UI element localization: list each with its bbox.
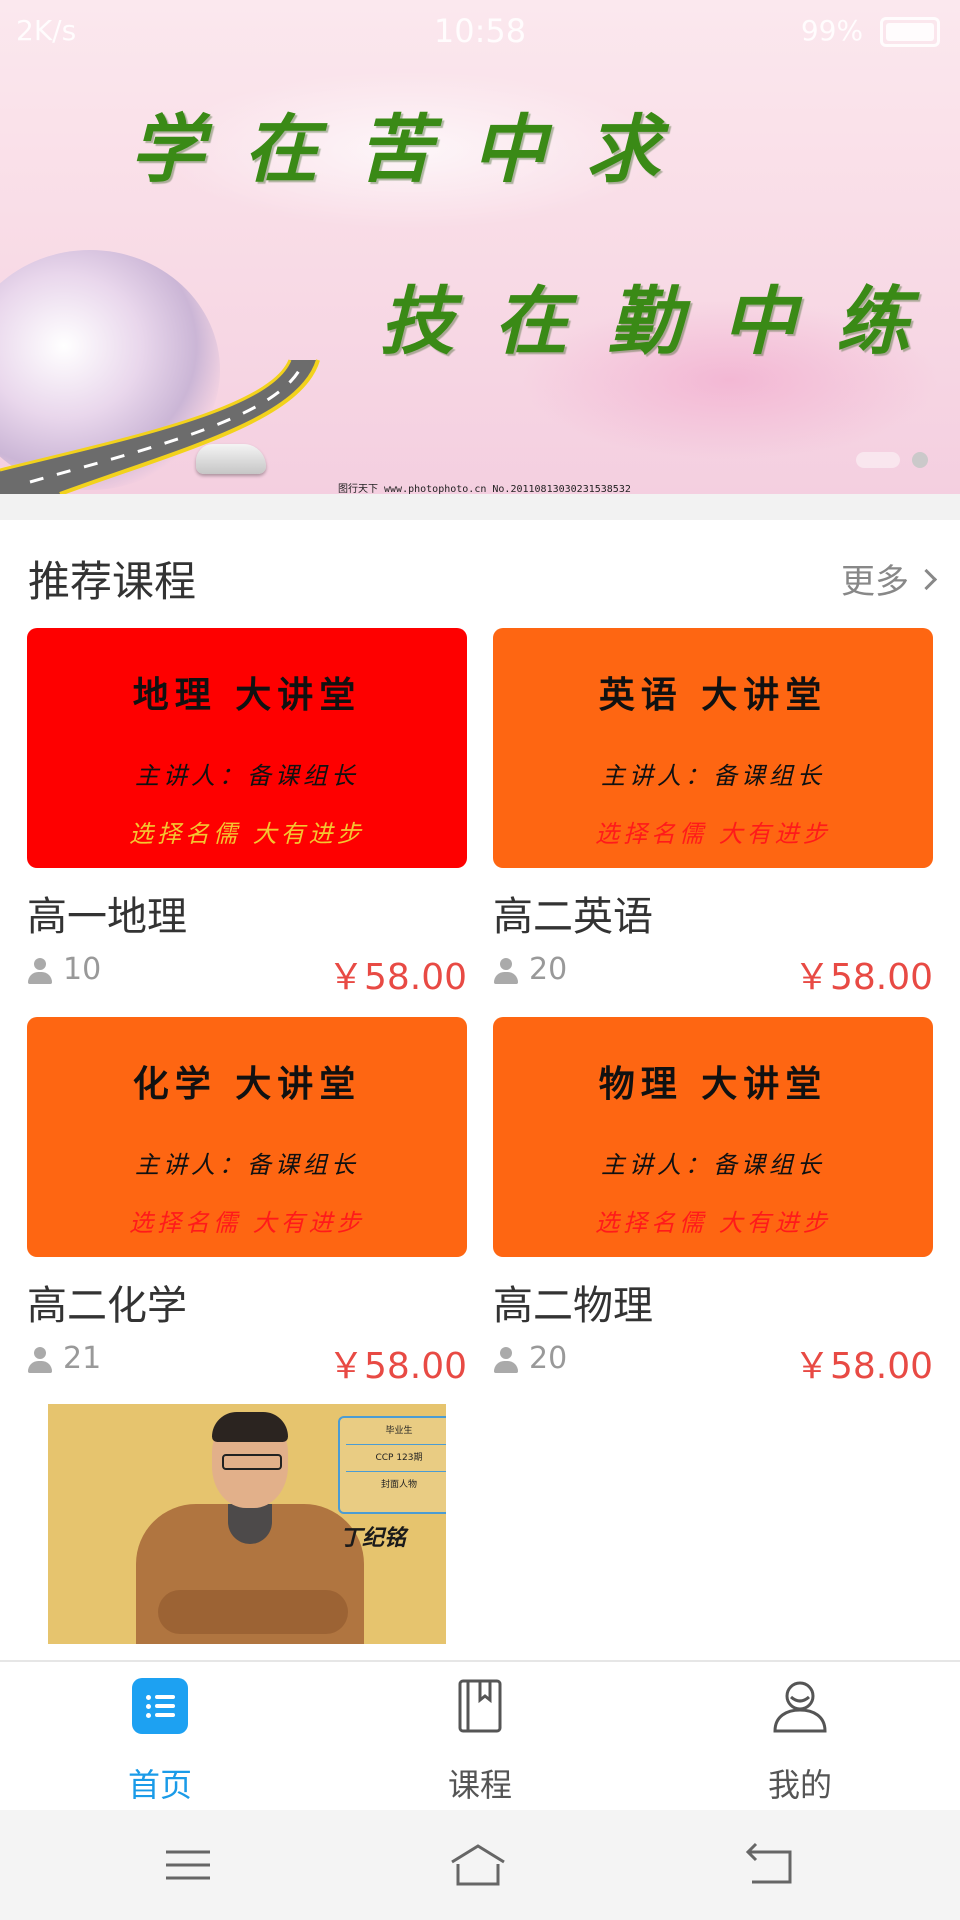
tab-mine[interactable]: 我的 xyxy=(640,1678,960,1806)
thumbnail-lecturer: 主讲人：备课组长 xyxy=(601,1151,825,1179)
teacher-photo-arms xyxy=(158,1590,348,1634)
banner-car xyxy=(196,444,266,474)
banner-slogan-line1: 学在苦中求 xyxy=(130,107,700,193)
banner-caption: 图行天下 www.photophoto.cn No.20110813030231… xyxy=(338,484,631,494)
system-nav-bar xyxy=(0,1810,960,1920)
home-list-icon xyxy=(132,1678,188,1734)
course-meta: 20 ￥58.00 xyxy=(493,952,933,998)
teacher-card[interactable]: 毕业生 CCP 123期 封面人物 丁纪铭 xyxy=(48,1404,446,1644)
badge-line: CCP 123期 xyxy=(346,1445,446,1472)
thumbnail-title: 物理 大讲堂 xyxy=(598,1063,828,1105)
thumbnail-title: 化学 大讲堂 xyxy=(132,1063,362,1105)
course-meta: 21 ￥58.00 xyxy=(27,1341,467,1387)
teacher-name: 丁纪铭 xyxy=(340,1525,407,1551)
teacher-photo-glasses xyxy=(222,1454,282,1470)
battery-status: 99% xyxy=(801,14,940,47)
thumbnail-slogan: 选择名儒 大有进步 xyxy=(595,820,831,848)
carousel-indicator[interactable] xyxy=(856,452,900,468)
banner-carousel[interactable]: 学在苦中求 技在勤中练 图行天下 www.photophoto.cn No.20… xyxy=(0,0,960,494)
course-meta: 10 ￥58.00 xyxy=(27,952,467,998)
person-icon xyxy=(27,958,53,986)
student-count: 21 xyxy=(63,1341,102,1376)
carousel-indicator-active[interactable] xyxy=(912,452,928,468)
bottom-tab-bar: 首页 课程 我的 xyxy=(0,1660,960,1810)
section-divider xyxy=(0,494,960,520)
course-card[interactable]: 物理 大讲堂 主讲人：备课组长 选择名儒 大有进步 高二物理 20 ￥58.00 xyxy=(493,1017,933,1387)
tab-home[interactable]: 首页 xyxy=(0,1678,320,1806)
status-bar: 2K/s 10:58 99% xyxy=(0,0,960,64)
user-icon xyxy=(773,1681,827,1733)
thumbnail-slogan: 选择名儒 大有进步 xyxy=(129,1209,365,1237)
book-icon xyxy=(458,1679,502,1733)
thumbnail-title: 地理 大讲堂 xyxy=(132,674,362,716)
course-thumbnail[interactable]: 地理 大讲堂 主讲人：备课组长 选择名儒 大有进步 xyxy=(27,628,467,868)
thumbnail-lecturer: 主讲人：备课组长 xyxy=(601,762,825,790)
course-thumbnail[interactable]: 物理 大讲堂 主讲人：备课组长 选择名儒 大有进步 xyxy=(493,1017,933,1257)
tab-courses[interactable]: 课程 xyxy=(320,1678,640,1806)
more-link-label: 更多 xyxy=(841,562,909,602)
course-name: 高一地理 xyxy=(27,894,187,940)
course-name: 高二化学 xyxy=(27,1283,187,1329)
thumbnail-lecturer: 主讲人：备课组长 xyxy=(135,762,359,790)
home-icon[interactable] xyxy=(448,1840,508,1890)
tab-label: 课程 xyxy=(447,1766,512,1804)
tab-label: 首页 xyxy=(127,1766,192,1804)
banner-road-image xyxy=(0,359,320,494)
chevron-right-icon xyxy=(915,568,938,591)
course-thumbnail[interactable]: 英语 大讲堂 主讲人：备课组长 选择名儒 大有进步 xyxy=(493,628,933,868)
more-link[interactable]: 更多 xyxy=(841,554,938,603)
thumbnail-slogan: 选择名儒 大有进步 xyxy=(129,820,365,848)
thumbnail-lecturer: 主讲人：备课组长 xyxy=(135,1151,359,1179)
course-price: ￥58.00 xyxy=(793,1346,933,1387)
person-icon xyxy=(27,1347,53,1375)
battery-percent: 99% xyxy=(800,14,864,47)
tab-label: 我的 xyxy=(767,1766,832,1804)
teacher-photo-hair xyxy=(212,1412,288,1442)
course-card[interactable]: 地理 大讲堂 主讲人：备课组长 选择名儒 大有进步 高一地理 10 ￥58.00 xyxy=(27,628,467,998)
section-title: 推荐课程 xyxy=(28,557,197,606)
course-price: ￥58.00 xyxy=(793,957,933,998)
menu-icon[interactable] xyxy=(158,1840,218,1890)
course-meta: 20 ￥58.00 xyxy=(493,1341,933,1387)
course-price: ￥58.00 xyxy=(327,1346,467,1387)
badge-line: 封面人物 xyxy=(380,1480,417,1490)
person-icon xyxy=(493,1347,519,1375)
course-name: 高二英语 xyxy=(493,894,653,940)
battery-icon xyxy=(880,17,940,47)
course-card[interactable]: 英语 大讲堂 主讲人：备课组长 选择名儒 大有进步 高二英语 20 ￥58.00 xyxy=(493,628,933,998)
thumbnail-title: 英语 大讲堂 xyxy=(598,674,828,716)
course-name: 高二物理 xyxy=(493,1283,653,1329)
person-icon xyxy=(493,958,519,986)
student-count: 20 xyxy=(529,952,568,987)
thumbnail-slogan: 选择名儒 大有进步 xyxy=(595,1209,831,1237)
badge-line: 毕业生 xyxy=(346,1418,446,1445)
course-card[interactable]: 化学 大讲堂 主讲人：备课组长 选择名儒 大有进步 高二化学 21 ￥58.00 xyxy=(27,1017,467,1387)
student-count: 10 xyxy=(63,952,102,987)
course-thumbnail[interactable]: 化学 大讲堂 主讲人：备课组长 选择名儒 大有进步 xyxy=(27,1017,467,1257)
back-icon[interactable] xyxy=(740,1840,800,1890)
course-price: ￥58.00 xyxy=(327,957,467,998)
teacher-badge: 毕业生 CCP 123期 封面人物 xyxy=(338,1416,446,1514)
student-count: 20 xyxy=(529,1341,568,1376)
banner-slogan-line2: 技在勤中练 xyxy=(380,279,950,365)
